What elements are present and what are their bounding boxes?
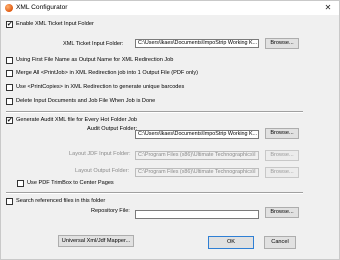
merge-checkbox[interactable] — [6, 70, 13, 77]
separator — [6, 192, 303, 194]
separator — [6, 111, 303, 113]
xml-configurator-window: XML Configurator ✕ Enable XML Ticket Inp… — [0, 0, 340, 260]
audit-browse-button[interactable]: Browse... — [265, 128, 299, 139]
dialog-body: Enable XML Ticket Input Folder XML Ticke… — [1, 15, 339, 259]
repository-browse-button[interactable]: Browse... — [265, 207, 299, 218]
search-referenced-checkbox[interactable] — [6, 198, 13, 205]
audit-output-label: Audit Output Folder: — [87, 126, 138, 132]
window-title: XML Configurator — [16, 4, 68, 11]
trimbox-label: Use PDF TrimBox to Center Pages — [27, 180, 114, 186]
ok-button[interactable]: OK — [208, 236, 254, 249]
enable-ticket-label: Enable XML Ticket Input Folder — [16, 21, 94, 27]
use-printcopies-checkbox[interactable] — [6, 84, 13, 91]
cancel-button[interactable]: Cancel — [264, 236, 296, 249]
enable-ticket-checkbox[interactable] — [6, 20, 13, 28]
layout-jdf-field[interactable]: C:\Program Files (x86)\Ultimate Technogr… — [135, 151, 259, 160]
close-icon[interactable]: ✕ — [317, 1, 339, 15]
use-printcopies-label: Use <PrintCopies> in XML Redirection to … — [16, 84, 185, 90]
universal-mapper-button[interactable]: Universal Xml/Jdf Mapper... — [58, 235, 134, 247]
app-icon — [5, 4, 13, 12]
first-file-checkbox[interactable] — [6, 57, 13, 64]
delete-input-label: Delete Input Documents and Job File When… — [16, 98, 156, 104]
audit-output-field[interactable]: C:\Users\lkaes\Documents\ImpoStrip Worki… — [135, 130, 259, 139]
ticket-folder-label: XML Ticket Input Folder: — [63, 41, 124, 47]
merge-label: Merge All <PrintJob> in XML Redirection … — [16, 70, 198, 76]
search-referenced-label: Search referenced files in this folder — [16, 198, 106, 204]
first-file-label: Using First File Name as Output Name for… — [16, 57, 174, 63]
layout-output-browse-button[interactable]: Browse... — [265, 167, 299, 178]
ticket-folder-field[interactable]: C:\Users\lkaes\Documents\ImpoStrip Worki… — [135, 39, 259, 48]
generate-audit-label: Generate Audit XML file for Every Hot Fo… — [16, 117, 138, 123]
title-bar[interactable]: XML Configurator ✕ — [1, 1, 339, 15]
trimbox-checkbox[interactable] — [17, 180, 24, 187]
layout-output-label: Layout Output Folder: — [75, 168, 130, 174]
layout-jdf-label: Layout JDF Input Folder: — [69, 151, 131, 157]
repository-file-label: Repository File: — [91, 208, 130, 214]
delete-input-checkbox[interactable] — [6, 98, 13, 105]
layout-jdf-browse-button[interactable]: Browse... — [265, 150, 299, 161]
generate-audit-checkbox[interactable] — [6, 116, 13, 124]
repository-file-field[interactable] — [135, 210, 259, 219]
ticket-browse-button[interactable]: Browse... — [265, 38, 299, 49]
layout-output-field[interactable]: C:\Program Files (x86)\Ultimate Technogr… — [135, 168, 259, 177]
